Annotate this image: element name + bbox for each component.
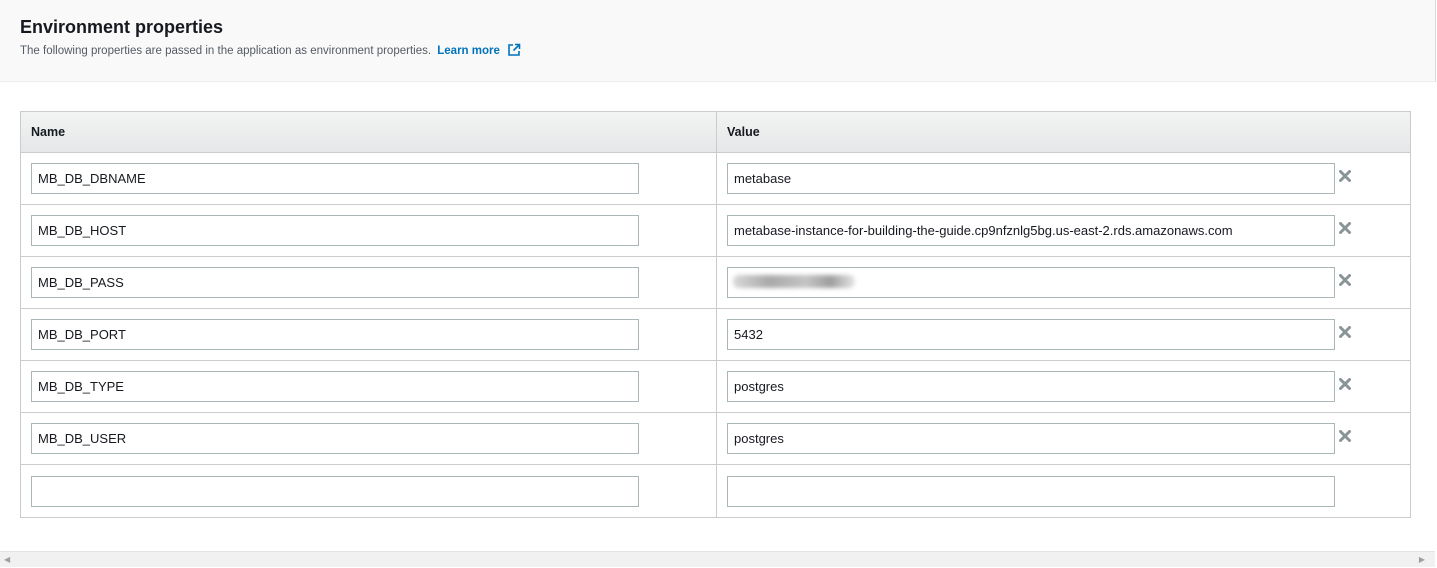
new-property-value-input[interactable] (727, 475, 1335, 507)
remove-icon[interactable] (1337, 428, 1353, 444)
new-property-name-input[interactable] (31, 475, 639, 507)
name-cell (21, 412, 717, 465)
value-cell (716, 152, 1410, 205)
table-row (21, 308, 1410, 361)
table-row-empty (21, 464, 1411, 518)
remove-icon[interactable] (1337, 376, 1353, 392)
table-body (21, 152, 1411, 518)
property-name-input[interactable] (31, 423, 639, 454)
name-cell (21, 464, 717, 517)
scroll-right-arrow-icon[interactable]: ▶ (1419, 555, 1425, 565)
table-header-row: Name Value (21, 112, 1410, 153)
external-link-icon[interactable] (507, 43, 521, 62)
remove-icon[interactable] (1337, 168, 1353, 184)
section-title: Environment properties (20, 17, 224, 37)
property-name-input[interactable] (31, 319, 639, 350)
remove-icon[interactable] (1337, 324, 1353, 340)
remove-icon[interactable] (1337, 272, 1353, 288)
value-cell (716, 360, 1410, 413)
environment-properties-table: Name Value (20, 111, 1411, 518)
horizontal-scrollbar[interactable]: ◀ ▶ (0, 551, 1435, 567)
name-cell (21, 308, 717, 361)
value-cell (716, 204, 1410, 257)
property-name-input[interactable] (31, 215, 639, 246)
scroll-left-arrow-icon[interactable]: ◀ (4, 555, 10, 565)
table-row (21, 412, 1410, 465)
description-text: The following properties are passed in t… (20, 45, 432, 57)
value-cell (716, 308, 1410, 361)
name-cell (21, 204, 717, 257)
property-value-input[interactable] (727, 319, 1335, 350)
property-name-input[interactable] (31, 371, 639, 402)
property-value-input-masked[interactable] (727, 267, 1335, 298)
remove-icon[interactable] (1337, 220, 1353, 236)
environment-properties-page: Environment properties The following pro… (0, 0, 1437, 568)
name-cell (21, 360, 717, 413)
column-header-value: Value (716, 112, 1410, 153)
property-value-input[interactable] (727, 215, 1335, 246)
property-name-input[interactable] (31, 267, 639, 298)
table-row (21, 204, 1410, 257)
column-header-name: Name (21, 112, 717, 153)
value-cell (716, 256, 1410, 309)
property-value-input[interactable] (727, 163, 1335, 194)
name-cell (21, 256, 717, 309)
table-row (21, 152, 1410, 205)
property-name-input[interactable] (31, 163, 639, 194)
property-value-input[interactable] (727, 423, 1335, 454)
section-description: The following properties are passed in t… (20, 43, 521, 62)
section-header: Environment properties The following pro… (0, 0, 1436, 82)
value-cell (717, 465, 1411, 518)
name-cell (21, 152, 717, 205)
learn-more-link[interactable]: Learn more (437, 45, 500, 57)
value-cell (716, 412, 1410, 465)
table-row (21, 256, 1410, 309)
table-row (21, 360, 1410, 413)
property-value-input[interactable] (727, 371, 1335, 402)
